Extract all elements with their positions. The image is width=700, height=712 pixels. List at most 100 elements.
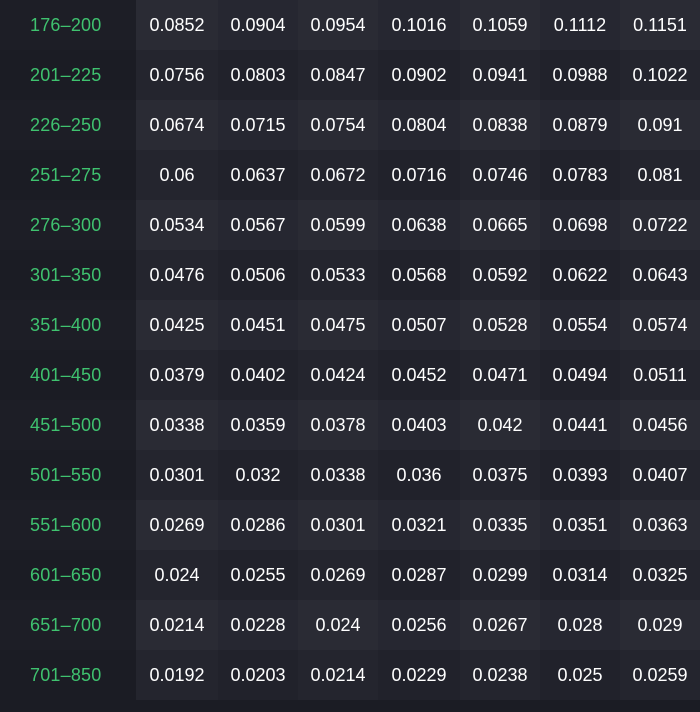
table-cell: 0.0256 bbox=[378, 600, 460, 650]
range-label: 276–300 bbox=[0, 200, 136, 250]
table-cell: 0.0506 bbox=[218, 250, 298, 300]
table-row: 276–300 0.0534 0.0567 0.0599 0.0638 0.06… bbox=[0, 200, 700, 250]
table-cell: 0.0475 bbox=[298, 300, 378, 350]
table-row: 701–850 0.0192 0.0203 0.0214 0.0229 0.02… bbox=[0, 650, 700, 700]
table-cell: 0.0722 bbox=[620, 200, 700, 250]
table-cell: 0.0599 bbox=[298, 200, 378, 250]
table-cell: 0.0393 bbox=[540, 450, 620, 500]
range-label: 651–700 bbox=[0, 600, 136, 650]
range-label: 551–600 bbox=[0, 500, 136, 550]
table-cell: 0.0534 bbox=[136, 200, 218, 250]
table-cell: 0.1022 bbox=[620, 50, 700, 100]
table-cell: 0.025 bbox=[540, 650, 620, 700]
table-cell: 0.0715 bbox=[218, 100, 298, 150]
table-cell: 0.0299 bbox=[460, 550, 540, 600]
table-row: 251–275 0.06 0.0637 0.0672 0.0716 0.0746… bbox=[0, 150, 700, 200]
range-label: 201–225 bbox=[0, 50, 136, 100]
table-row: 176–200 0.0852 0.0904 0.0954 0.1016 0.10… bbox=[0, 0, 700, 50]
table-cell: 0.0314 bbox=[540, 550, 620, 600]
table-cell: 0.0203 bbox=[218, 650, 298, 700]
table-cell: 0.0672 bbox=[298, 150, 378, 200]
table-cell: 0.0301 bbox=[136, 450, 218, 500]
table-cell: 0.024 bbox=[136, 550, 218, 600]
table-cell: 0.0375 bbox=[460, 450, 540, 500]
table-cell: 0.0476 bbox=[136, 250, 218, 300]
table-cell: 0.0287 bbox=[378, 550, 460, 600]
table-cell: 0.028 bbox=[540, 600, 620, 650]
table-cell: 0.0335 bbox=[460, 500, 540, 550]
table-row: 401–450 0.0379 0.0402 0.0424 0.0452 0.04… bbox=[0, 350, 700, 400]
table-cell: 0.0902 bbox=[378, 50, 460, 100]
table-cell: 0.081 bbox=[620, 150, 700, 200]
table-cell: 0.0568 bbox=[378, 250, 460, 300]
table-cell: 0.0338 bbox=[136, 400, 218, 450]
table-cell: 0.0637 bbox=[218, 150, 298, 200]
table-cell: 0.1151 bbox=[620, 0, 700, 50]
table-cell: 0.0402 bbox=[218, 350, 298, 400]
table-cell: 0.0554 bbox=[540, 300, 620, 350]
table-cell: 0.0804 bbox=[378, 100, 460, 150]
table-cell: 0.0879 bbox=[540, 100, 620, 150]
table-cell: 0.0441 bbox=[540, 400, 620, 450]
table-cell: 0.0674 bbox=[136, 100, 218, 150]
table-cell: 0.0716 bbox=[378, 150, 460, 200]
table-cell: 0.0988 bbox=[540, 50, 620, 100]
table-row: 651–700 0.0214 0.0228 0.024 0.0256 0.026… bbox=[0, 600, 700, 650]
table-cell: 0.0269 bbox=[298, 550, 378, 600]
range-label: 301–350 bbox=[0, 250, 136, 300]
table-row: 301–350 0.0476 0.0506 0.0533 0.0568 0.05… bbox=[0, 250, 700, 300]
table-cell: 0.0403 bbox=[378, 400, 460, 450]
table-cell: 0.0267 bbox=[460, 600, 540, 650]
table-cell: 0.1059 bbox=[460, 0, 540, 50]
table-cell: 0.0507 bbox=[378, 300, 460, 350]
table-cell: 0.0665 bbox=[460, 200, 540, 250]
table-cell: 0.0754 bbox=[298, 100, 378, 150]
table-cell: 0.0407 bbox=[620, 450, 700, 500]
table-cell: 0.0255 bbox=[218, 550, 298, 600]
table-row: 201–225 0.0756 0.0803 0.0847 0.0902 0.09… bbox=[0, 50, 700, 100]
table-cell: 0.0424 bbox=[298, 350, 378, 400]
table-cell: 0.0622 bbox=[540, 250, 620, 300]
table-cell: 0.0756 bbox=[136, 50, 218, 100]
table-cell: 0.0494 bbox=[540, 350, 620, 400]
table-cell: 0.0286 bbox=[218, 500, 298, 550]
table-cell: 0.0847 bbox=[298, 50, 378, 100]
rate-table: 176–200 0.0852 0.0904 0.0954 0.1016 0.10… bbox=[0, 0, 700, 712]
table-cell: 0.0338 bbox=[298, 450, 378, 500]
table-cell: 0.042 bbox=[460, 400, 540, 450]
table-cell: 0.0363 bbox=[620, 500, 700, 550]
table-cell: 0.024 bbox=[298, 600, 378, 650]
table-row: 501–550 0.0301 0.032 0.0338 0.036 0.0375… bbox=[0, 450, 700, 500]
range-label: 701–850 bbox=[0, 650, 136, 700]
table-cell: 0.06 bbox=[136, 150, 218, 200]
table-cell: 0.1016 bbox=[378, 0, 460, 50]
table-cell: 0.0698 bbox=[540, 200, 620, 250]
table-cell: 0.0238 bbox=[460, 650, 540, 700]
table-cell: 0.0941 bbox=[460, 50, 540, 100]
table-cell: 0.0214 bbox=[136, 600, 218, 650]
table-row: 226–250 0.0674 0.0715 0.0754 0.0804 0.08… bbox=[0, 100, 700, 150]
table-cell: 0.0301 bbox=[298, 500, 378, 550]
range-label: 251–275 bbox=[0, 150, 136, 200]
table-cell: 0.0567 bbox=[218, 200, 298, 250]
range-label: 226–250 bbox=[0, 100, 136, 150]
table-cell: 0.0838 bbox=[460, 100, 540, 150]
table-cell: 0.0528 bbox=[460, 300, 540, 350]
table-cell: 0.0229 bbox=[378, 650, 460, 700]
table-cell: 0.0192 bbox=[136, 650, 218, 700]
table-cell: 0.1112 bbox=[540, 0, 620, 50]
table-cell: 0.0359 bbox=[218, 400, 298, 450]
table-cell: 0.0511 bbox=[620, 350, 700, 400]
range-label: 451–500 bbox=[0, 400, 136, 450]
table-cell: 0.0904 bbox=[218, 0, 298, 50]
table-cell: 0.0471 bbox=[460, 350, 540, 400]
range-label: 601–650 bbox=[0, 550, 136, 600]
range-label: 501–550 bbox=[0, 450, 136, 500]
table-cell: 0.0638 bbox=[378, 200, 460, 250]
table-cell: 0.0269 bbox=[136, 500, 218, 550]
table-cell: 0.0783 bbox=[540, 150, 620, 200]
table-cell: 0.0214 bbox=[298, 650, 378, 700]
table-cell: 0.0378 bbox=[298, 400, 378, 450]
range-label: 401–450 bbox=[0, 350, 136, 400]
range-label: 351–400 bbox=[0, 300, 136, 350]
